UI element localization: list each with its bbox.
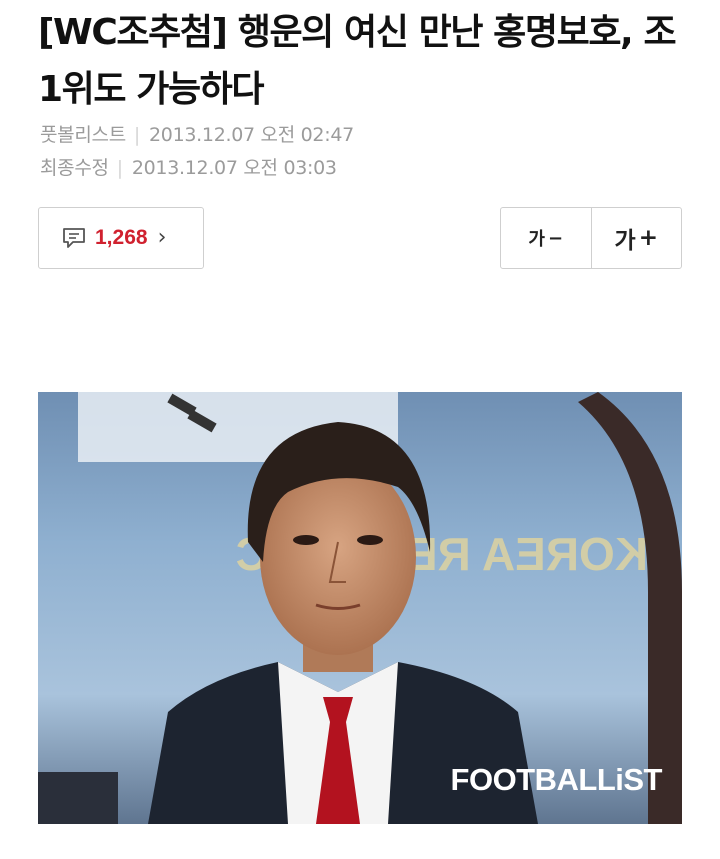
comment-count: 1,268 — [95, 226, 148, 249]
article-source: 풋볼리스트 — [40, 124, 126, 146]
font-size-controls: 가 − 가 + — [500, 207, 682, 269]
footballist-watermark: FOOTBALLiST — [450, 762, 663, 797]
chevron-right-icon: › — [157, 225, 167, 250]
article-headline: [WC조추첨] 행운의 여신 만난 홍명보호, 조 1위도 가능하다 — [38, 12, 677, 110]
updated-timestamp: 2013.12.07 오전 03:03 — [131, 157, 337, 179]
article-updated-line: 최종수정 | 2013.12.07 오전 03:03 — [40, 153, 337, 180]
article-source-line: 풋볼리스트 | 2013.12.07 오전 02:47 — [40, 120, 354, 147]
coach-portrait-image: KOREA REPUBLIC — [38, 392, 682, 824]
publish-timestamp: 2013.12.07 오전 02:47 — [149, 124, 354, 146]
meta-divider: | — [116, 157, 123, 179]
minus-icon: − — [547, 227, 564, 249]
comments-button[interactable]: 1,268 › — [38, 207, 204, 269]
font-decrease-button[interactable]: 가 − — [501, 208, 591, 268]
font-decrease-label: 가 — [528, 229, 545, 250]
article-photo: KOREA REPUBLIC FOOTBALLiST — [38, 392, 682, 824]
font-increase-label: 가 — [614, 228, 636, 254]
plus-icon: + — [638, 225, 658, 251]
meta-divider: | — [133, 124, 141, 146]
speech-bubble-icon — [61, 226, 87, 250]
updated-label: 최종수정 — [40, 157, 109, 179]
font-increase-button[interactable]: 가 + — [590, 208, 682, 268]
